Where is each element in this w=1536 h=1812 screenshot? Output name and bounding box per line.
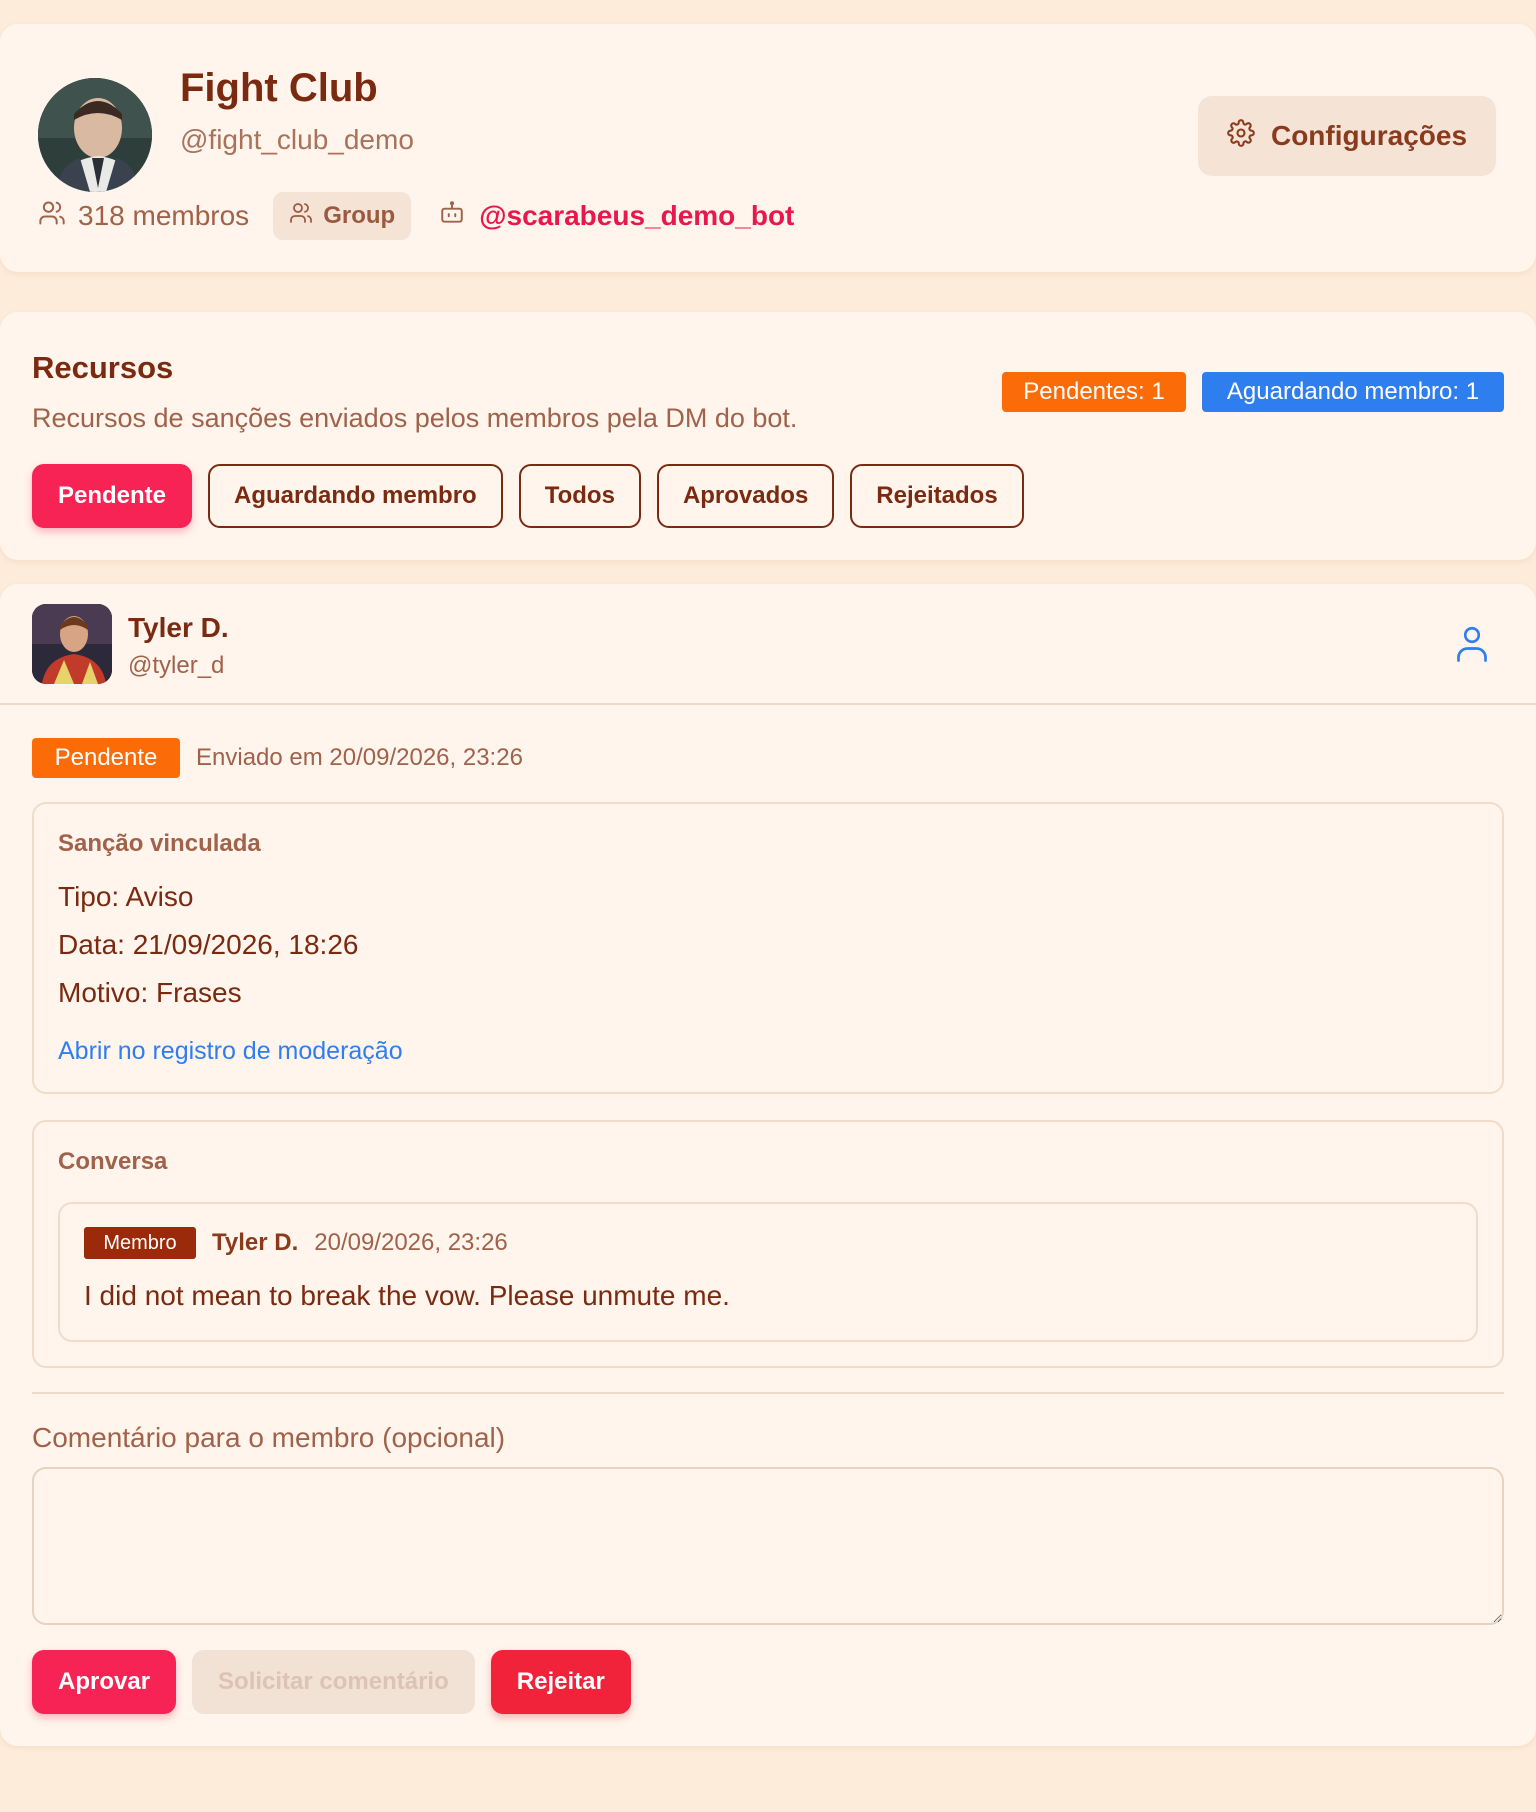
filter-tabs: Pendente Aguardando membro Todos Aprovad… — [32, 464, 1024, 528]
comment-divider — [32, 1392, 1504, 1394]
message-text: I did not mean to break the vow. Please … — [84, 1280, 730, 1311]
appeal-user-name: Tyler D. — [128, 612, 229, 643]
awaiting-count-badge: Aguardando membro: 1 — [1202, 372, 1504, 412]
appeal-header-divider — [0, 703, 1536, 705]
reject-button[interactable]: Rejeitar — [490, 1650, 631, 1714]
message-author: Tyler D. — [212, 1229, 299, 1256]
group-meta-row: 318 membros Group @scarabeus_demo_bot — [38, 190, 794, 242]
filter-aguardando-membro[interactable]: Aguardando membro — [208, 464, 503, 528]
sanction-type: Tipo: Aviso — [58, 881, 194, 912]
recursos-title: Recursos — [32, 350, 174, 385]
filter-aprovados[interactable]: Aprovados — [656, 464, 835, 528]
appeal-user-handle: @tyler_d — [128, 652, 225, 679]
member-count: 318 membros — [38, 199, 249, 234]
message-bubble — [58, 1202, 1478, 1342]
filter-todos[interactable]: Todos — [518, 464, 641, 528]
filter-rejeitados[interactable]: Rejeitados — [850, 464, 1024, 528]
bot-icon — [439, 200, 465, 233]
request-comment-button[interactable]: Solicitar comentário — [192, 1650, 475, 1714]
sanction-date: Data: 21/09/2026, 18:26 — [58, 929, 359, 960]
group-type-label: Group — [323, 202, 396, 229]
gear-icon — [1227, 118, 1255, 154]
approve-button[interactable]: Aprovar — [32, 1650, 177, 1714]
comment-label: Comentário para o membro (opcional) — [32, 1422, 506, 1453]
member-count-label: 318 membros — [78, 200, 250, 231]
message-time: 20/09/2026, 23:26 — [314, 1229, 508, 1256]
users-icon — [289, 201, 313, 232]
appeal-actions: Aprovar Solicitar comentário Rejeitar — [32, 1650, 631, 1714]
user-icon[interactable] — [1454, 624, 1490, 669]
comment-field[interactable] — [32, 1467, 1504, 1625]
avatar — [32, 604, 112, 684]
recursos-subtitle: Recursos de sanções enviados pelos membr… — [32, 403, 798, 433]
group-type-chip: Group — [273, 192, 412, 240]
conversation-label: Conversa — [58, 1148, 168, 1175]
moderation-log-link[interactable]: Abrir no registro de moderação — [58, 1037, 403, 1066]
sanction-reason: Motivo: Frases — [58, 977, 242, 1008]
group-avatar — [38, 78, 152, 192]
member-role-tag: Membro — [84, 1227, 196, 1259]
filter-pendente[interactable]: Pendente — [32, 464, 193, 528]
pending-count-badge: Pendentes: 1 — [1002, 372, 1186, 412]
bot-handle: @scarabeus_demo_bot — [479, 200, 795, 231]
sent-timestamp: Enviado em 20/09/2026, 23:26 — [196, 744, 523, 771]
status-badge: Pendente — [32, 738, 180, 778]
users-icon — [38, 199, 66, 234]
sanction-label: Sanção vinculada — [58, 830, 261, 857]
settings-button[interactable]: Configurações — [1198, 96, 1496, 176]
bot-link[interactable]: @scarabeus_demo_bot — [439, 200, 794, 233]
message-header: Membro Tyler D. 20/09/2026, 23:26 — [84, 1227, 508, 1259]
group-title: Fight Club — [180, 66, 378, 110]
settings-button-label: Configurações — [1270, 120, 1468, 151]
group-handle: @fight_club_demo — [180, 124, 414, 155]
